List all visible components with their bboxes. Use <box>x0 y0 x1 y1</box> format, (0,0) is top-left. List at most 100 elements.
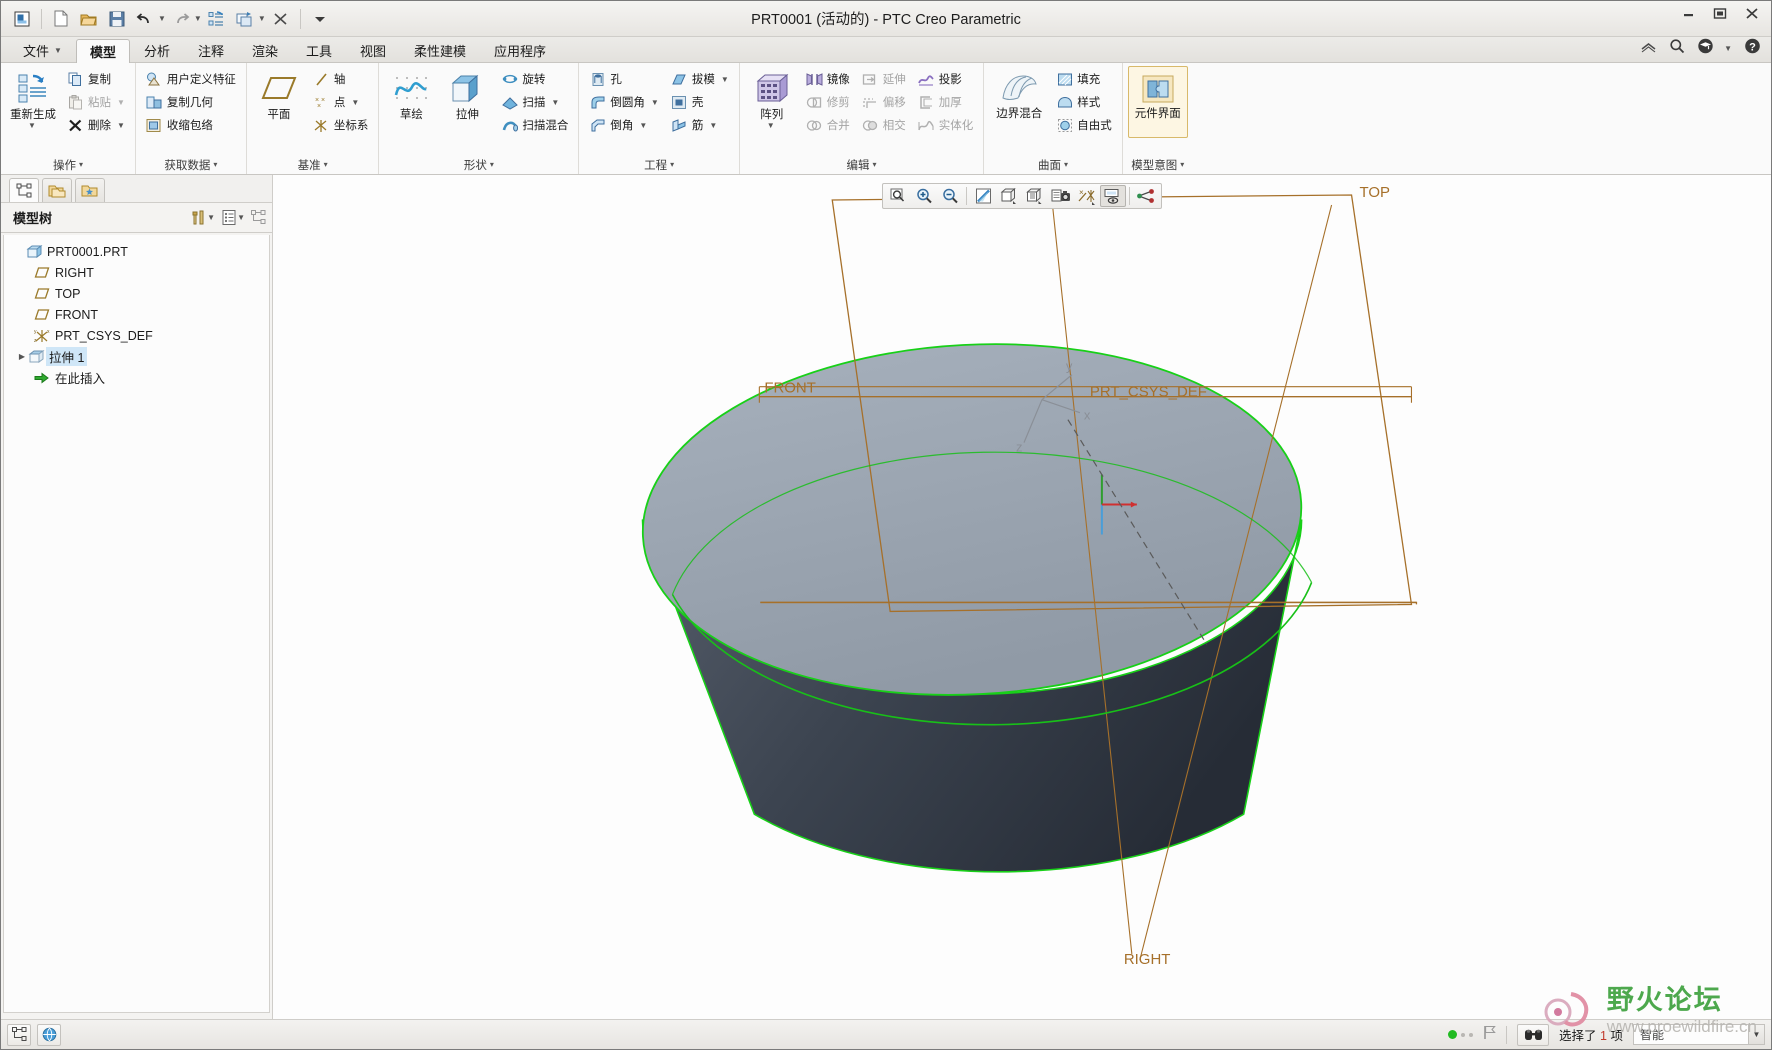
merge-button[interactable]: 合并 <box>801 114 855 136</box>
freestyle-button[interactable]: 自由式 <box>1051 114 1117 136</box>
draft-dropdown-icon[interactable]: ▼ <box>721 75 729 84</box>
window-switch-dropdown-icon[interactable]: ▼ <box>258 14 266 23</box>
round-button[interactable]: 倒圆角 ▼ <box>584 91 663 113</box>
open-file-button[interactable] <box>76 6 102 32</box>
tree-filter-icon[interactable]: ▼ <box>190 209 215 226</box>
tab-flexible-modeling[interactable]: 柔性建模 <box>400 38 480 62</box>
browser-toggle-button[interactable] <box>37 1023 61 1046</box>
shell-button[interactable]: 壳 <box>666 91 734 113</box>
datum-display-icon[interactable]: × <box>1074 185 1100 207</box>
app-icon[interactable] <box>9 6 35 32</box>
search-icon[interactable] <box>1669 38 1685 59</box>
cad-model-scene[interactable]: TOP FRONT RIGHT y x z PRT_CSYS_DEF <box>273 175 1771 1016</box>
datum-point-button[interactable]: × × × 点 ▼ <box>308 91 374 113</box>
boundary-blend-big-button[interactable]: 边界混合 <box>989 66 1049 138</box>
spin-center-icon[interactable] <box>1133 185 1159 207</box>
group-title-engineering[interactable]: 工程 ▾ <box>584 155 733 174</box>
sketch-big-button[interactable]: 草绘 <box>384 66 438 138</box>
pattern-big-button[interactable]: 阵列 ▼ <box>745 66 799 138</box>
copy-button[interactable]: 复制 <box>62 68 130 90</box>
zoom-to-fit-icon[interactable] <box>885 185 911 207</box>
flag-icon[interactable] <box>1483 1025 1496 1045</box>
help-icon[interactable]: ? <box>1744 38 1761 59</box>
group-title-shapes[interactable]: 形状 ▾ <box>384 155 573 174</box>
undo-dropdown-icon[interactable]: ▼ <box>158 14 166 23</box>
zoom-in-icon[interactable] <box>911 185 937 207</box>
delete-dropdown-icon[interactable]: ▼ <box>117 121 125 130</box>
tab-view[interactable]: 视图 <box>346 38 400 62</box>
redo-dropdown-icon[interactable]: ▼ <box>194 14 202 23</box>
new-file-button[interactable] <box>48 6 74 32</box>
tree-row-part[interactable]: PRT0001.PRT <box>4 241 269 262</box>
tree-settings-icon[interactable]: ▼ <box>221 209 245 226</box>
rib-button[interactable]: 筋 ▼ <box>666 114 734 136</box>
extrude-big-button[interactable]: 拉伸 <box>440 66 494 138</box>
component-interface-button[interactable]: 元件界面 <box>1127 66 1188 138</box>
zoom-out-icon[interactable] <box>937 185 963 207</box>
tab-file[interactable]: 文件 ▼ <box>9 38 76 62</box>
annotation-display-icon[interactable] <box>1100 185 1126 207</box>
help-center-icon[interactable] <box>1697 38 1714 59</box>
group-title-operations[interactable]: 操作 ▾ <box>6 155 130 174</box>
trim-button[interactable]: 修剪 <box>801 91 855 113</box>
udf-button[interactable]: 用户定义特征 <box>141 68 241 90</box>
project-button[interactable]: 投影 <box>913 68 979 90</box>
intersect-button[interactable]: 相交 <box>857 114 911 136</box>
model-tree-tab[interactable] <box>9 178 39 202</box>
tree-row-extrude1[interactable]: ▶ 拉伸 1 <box>4 346 269 367</box>
hole-button[interactable]: 孔 <box>584 68 663 90</box>
graphics-viewport[interactable]: × TOP FRONT RIGHT y x z PRT_CSYS_DEF <box>273 175 1771 1019</box>
mirror-button[interactable]: 镜像 <box>801 68 855 90</box>
regenerate-dropdown-icon[interactable]: ▼ <box>28 121 36 131</box>
shrinkwrap-button[interactable]: 收缩包络 <box>141 114 241 136</box>
tree-row-insert-here[interactable]: 在此插入 <box>4 367 269 388</box>
favorites-tab[interactable] <box>75 178 105 202</box>
tree-row-top[interactable]: TOP <box>4 283 269 304</box>
collapse-ribbon-icon[interactable] <box>1640 40 1657 58</box>
solidify-button[interactable]: 实体化 <box>913 114 979 136</box>
tab-model[interactable]: 模型 <box>75 39 130 63</box>
model-tree[interactable]: PRT0001.PRT RIGHT TOP FRONT y z x PRT_CS… <box>3 235 270 1013</box>
undo-button[interactable] <box>132 6 158 32</box>
customize-qat-button[interactable] <box>307 6 333 32</box>
datum-point-dropdown-icon[interactable]: ▼ <box>351 98 359 107</box>
tab-render[interactable]: 渲染 <box>238 38 292 62</box>
chamfer-dropdown-icon[interactable]: ▼ <box>639 121 647 130</box>
group-title-get-data[interactable]: 获取数据 ▾ <box>141 155 241 174</box>
model-tree-toggle-button[interactable] <box>7 1023 31 1046</box>
datum-axis-button[interactable]: 轴 <box>308 68 374 90</box>
round-dropdown-icon[interactable]: ▼ <box>651 98 659 107</box>
tab-annotate[interactable]: 注释 <box>184 38 238 62</box>
tree-expander-extrude1[interactable]: ▶ <box>10 352 26 361</box>
draft-button[interactable]: 拔模 ▼ <box>666 68 734 90</box>
tab-analysis[interactable]: 分析 <box>130 38 184 62</box>
group-title-surfaces[interactable]: 曲面 ▾ <box>989 155 1117 174</box>
tree-row-csys[interactable]: yzx PRT_CSYS_DEF <box>4 325 269 346</box>
group-title-editing[interactable]: 编辑 ▾ <box>745 155 979 174</box>
swept-blend-button[interactable]: 扫描混合 <box>496 114 573 136</box>
revolve-button[interactable]: 旋转 <box>496 68 573 90</box>
paste-dropdown-icon[interactable]: ▼ <box>117 98 125 107</box>
tab-applications[interactable]: 应用程序 <box>480 38 560 62</box>
style-button[interactable]: 样式 <box>1051 91 1117 113</box>
extend-button[interactable]: 延伸 <box>857 68 911 90</box>
rib-dropdown-icon[interactable]: ▼ <box>709 121 717 130</box>
render-camera-icon[interactable] <box>1048 185 1074 207</box>
window-switch-button[interactable] <box>232 6 258 32</box>
sweep-dropdown-icon[interactable]: ▼ <box>551 98 559 107</box>
selection-filter-dropdown[interactable]: 智能 ▼ <box>1633 1024 1765 1045</box>
minimize-button[interactable] <box>1679 5 1697 21</box>
tree-row-right[interactable]: RIGHT <box>4 262 269 283</box>
regenerate-big-button[interactable]: 重新生成 ▼ <box>6 66 60 138</box>
thicken-button[interactable]: 加厚 <box>913 91 979 113</box>
csys-button[interactable]: 坐标系 <box>308 114 374 136</box>
help-dropdown-icon[interactable]: ▼ <box>1724 44 1732 53</box>
saved-views-icon[interactable] <box>1022 185 1048 207</box>
close-window-button[interactable] <box>268 6 294 32</box>
close-button[interactable] <box>1743 5 1761 21</box>
delete-button[interactable]: 删除 ▼ <box>62 114 130 136</box>
offset-button[interactable]: 偏移 <box>857 91 911 113</box>
chamfer-button[interactable]: 倒角 ▼ <box>584 114 663 136</box>
search-tool-button[interactable] <box>1517 1023 1550 1046</box>
fill-button[interactable]: 填充 <box>1051 68 1117 90</box>
